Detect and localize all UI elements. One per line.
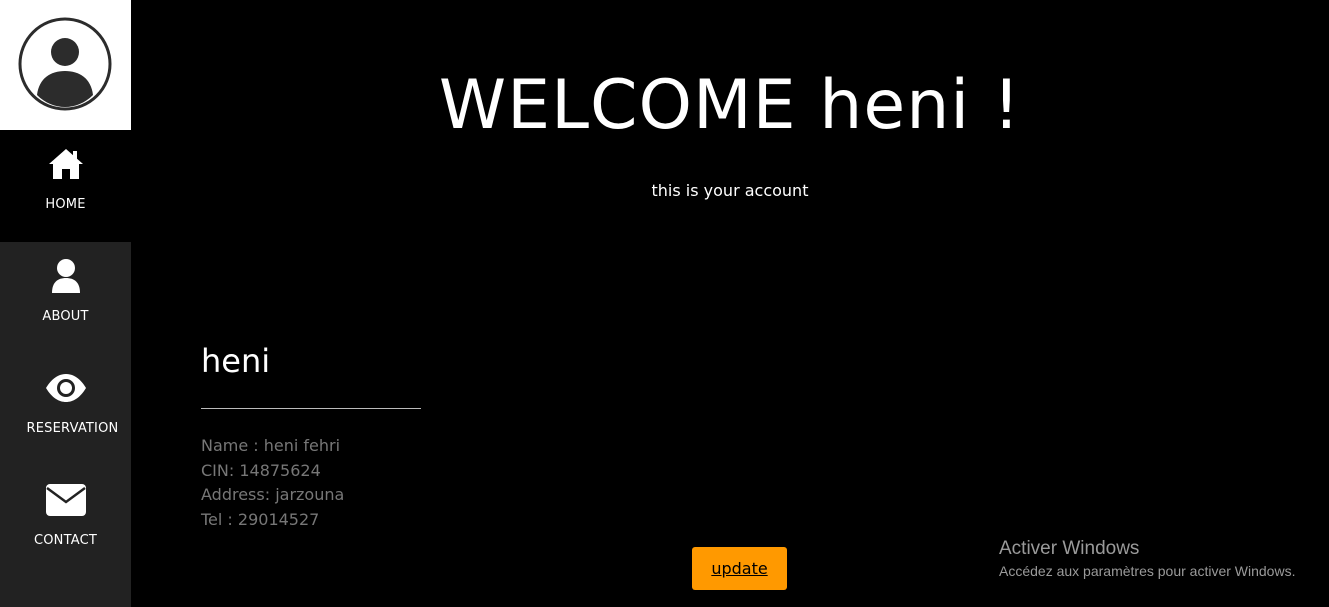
sidebar: HOME ABOUT RESERVATION CONTACT [0, 0, 131, 607]
page-title: WELCOME heni ! [438, 66, 1022, 145]
user-avatar-icon [18, 17, 112, 111]
profile-address-line: Address: jarzouna [201, 485, 345, 504]
profile-cin-line: CIN: 14875624 [201, 460, 321, 480]
sidebar-item-reservation[interactable]: RESERVATION [0, 354, 131, 466]
sidebar-item-about[interactable]: ABOUT [0, 242, 131, 354]
sidebar-item-label: RESERVATION [26, 421, 119, 436]
profile-name: heni [201, 342, 271, 380]
page-subtitle: this is your account [651, 181, 809, 200]
sidebar-item-label: CONTACT [33, 533, 98, 548]
profile-tel-line: Tel : 29014527 [201, 509, 320, 529]
windows-activation-watermark: Activer Windows Accédez aux paramètres p… [999, 538, 1295, 579]
watermark-subtitle: Accédez aux paramètres pour activer Wind… [999, 563, 1296, 579]
profile-name-line: Name : heni fehri [201, 436, 341, 455]
profile-details: Name : heni fehri CIN: 14875624 Address:… [201, 434, 344, 532]
update-button[interactable]: update [692, 547, 787, 590]
sidebar-item-home[interactable]: HOME [0, 130, 131, 242]
sidebar-item-contact[interactable]: CONTACT [0, 466, 131, 578]
watermark-title: Activer Windows [999, 538, 1140, 559]
divider [201, 408, 421, 409]
eye-icon [0, 368, 131, 408]
sidebar-item-label: ABOUT [42, 309, 89, 324]
avatar[interactable] [0, 0, 131, 130]
sidebar-item-label: HOME [45, 197, 86, 212]
user-icon [0, 256, 131, 296]
envelope-icon [0, 480, 131, 520]
home-icon [0, 144, 131, 184]
